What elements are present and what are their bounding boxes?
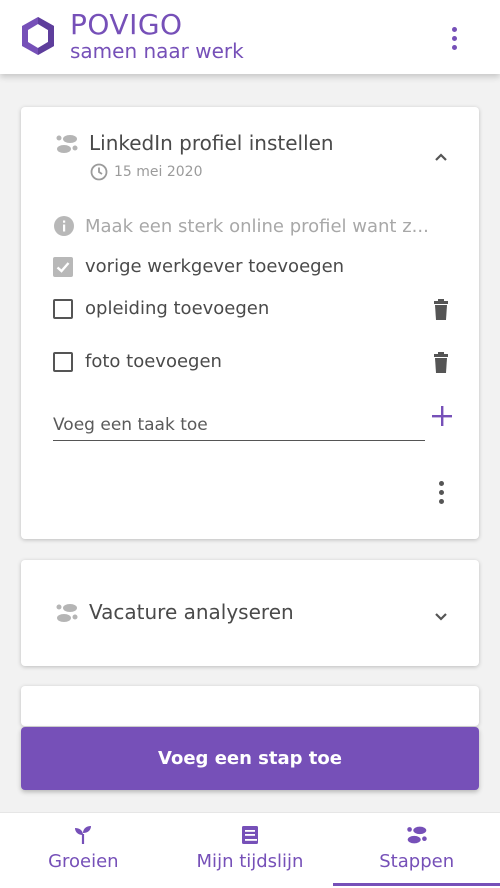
nav-item-mijn-tijdslijn[interactable]: Mijn tijdslijn bbox=[167, 813, 334, 888]
chevron-down-icon[interactable] bbox=[431, 606, 451, 626]
brand: POVIGO samen naar werk bbox=[70, 8, 244, 63]
app-tagline: samen naar werk bbox=[70, 39, 244, 63]
add-step-button[interactable]: Voeg een stap toe bbox=[21, 727, 479, 790]
trash-icon[interactable] bbox=[431, 352, 451, 374]
task-checkbox[interactable] bbox=[53, 351, 73, 372]
task-checkbox[interactable] bbox=[53, 256, 73, 277]
task-item: opleiding toevoegen bbox=[53, 298, 269, 319]
plus-icon[interactable] bbox=[431, 405, 453, 427]
clock-icon bbox=[90, 163, 108, 181]
nav-label: Groeien bbox=[48, 851, 119, 872]
app-bar: POVIGO samen naar werk bbox=[0, 0, 500, 74]
chevron-up-icon[interactable] bbox=[431, 147, 451, 167]
footsteps-icon bbox=[56, 604, 78, 622]
task-label: vorige werkgever toevoegen bbox=[85, 256, 345, 277]
checkmark-icon bbox=[56, 261, 70, 273]
step-card-linkedin: LinkedIn profiel instellen 15 mei 2020 M… bbox=[21, 107, 479, 539]
task-item: vorige werkgever toevoegen bbox=[53, 256, 344, 277]
footsteps-icon bbox=[56, 135, 78, 153]
step-date-row: 15 mei 2020 bbox=[90, 163, 202, 181]
add-task-input[interactable] bbox=[53, 409, 425, 441]
footsteps-icon bbox=[406, 826, 427, 844]
hexagon-logo-icon bbox=[22, 17, 54, 55]
nav-item-groeien[interactable]: Groeien bbox=[0, 813, 167, 888]
step-title: Vacature analyseren bbox=[89, 600, 294, 624]
task-label: opleiding toevoegen bbox=[85, 298, 270, 319]
nav-item-stappen[interactable]: Stappen bbox=[333, 813, 500, 888]
step-description: Maak een sterk online profiel want z... bbox=[85, 215, 429, 237]
task-label: foto toevoegen bbox=[85, 351, 222, 372]
info-icon bbox=[54, 216, 74, 236]
trash-icon[interactable] bbox=[431, 299, 451, 321]
step-description-row: Maak een sterk online profiel want z... bbox=[53, 215, 433, 237]
nav-label: Stappen bbox=[379, 851, 455, 872]
sprout-icon bbox=[75, 826, 92, 844]
nav-label: Mijn tijdslijn bbox=[196, 851, 304, 872]
bottom-nav: Groeien Mijn tijdslijn Stappen bbox=[0, 812, 500, 888]
task-checkbox[interactable] bbox=[53, 298, 73, 319]
overflow-menu-icon[interactable] bbox=[448, 25, 460, 51]
task-item: foto toevoegen bbox=[53, 351, 222, 372]
card-overflow-menu-icon[interactable] bbox=[435, 479, 447, 507]
app-name: POVIGO bbox=[70, 8, 183, 41]
step-title: LinkedIn profiel instellen bbox=[89, 131, 334, 155]
book-icon bbox=[242, 826, 258, 844]
step-date: 15 mei 2020 bbox=[114, 164, 203, 180]
step-card-vacature[interactable]: Vacature analyseren bbox=[21, 560, 479, 666]
step-card-partial bbox=[21, 686, 479, 726]
